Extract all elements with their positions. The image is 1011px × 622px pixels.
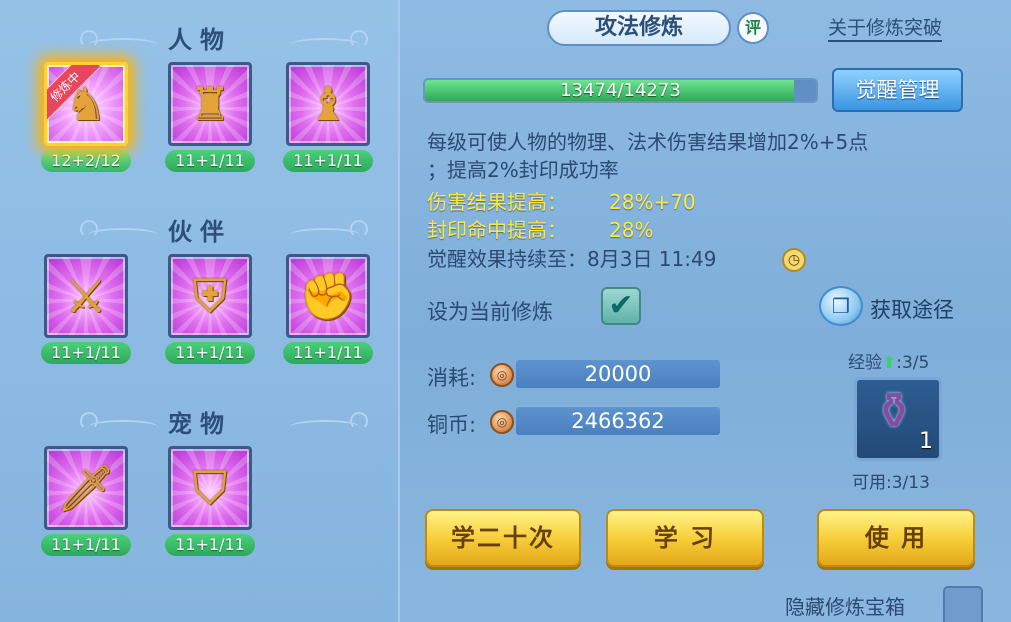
pet-shield-cat-icon: ⛉: [192, 461, 228, 515]
source-book-icon[interactable]: ❒: [819, 286, 863, 326]
learn-button[interactable]: 学 习: [606, 509, 764, 567]
level-label: 11+1/11: [283, 150, 373, 172]
set-current-label: 设为当前修炼: [427, 300, 553, 324]
partner-shield-lion-icon: ⛨: [192, 269, 228, 323]
skill-card[interactable]: 🗡: [44, 446, 128, 530]
seal-bonus-value: 28%: [609, 218, 654, 242]
level-label: 11+1/11: [41, 534, 131, 556]
description-line-2: ；提高2%封印成功率: [427, 158, 619, 182]
source-label[interactable]: 获取途径: [870, 294, 954, 324]
clock-icon: ◷: [782, 248, 806, 272]
level-label: 11+1/11: [165, 342, 255, 364]
skill-card[interactable]: ✊: [286, 254, 370, 338]
level-label: 11+1/11: [41, 342, 131, 364]
coin-label: 铜币:: [427, 413, 477, 437]
partner-sword-lion-icon: ⚔: [65, 269, 107, 323]
cultivation-item-slot[interactable]: ⚱ 1: [854, 377, 942, 461]
partner-fist-lion-icon: ✊: [299, 269, 357, 323]
skill-card[interactable]: ⚔: [44, 254, 128, 338]
slot-partner-1[interactable]: ⚔ 11+1/11: [41, 254, 131, 364]
slot-pet-2[interactable]: ⛉ 11+1/11: [165, 446, 255, 556]
break-link[interactable]: 关于修炼突破: [828, 16, 943, 42]
exp-progress-bar: 13474/14273: [423, 78, 818, 103]
consume-label: 消耗:: [427, 366, 477, 390]
slot-character-1[interactable]: ♞ 修炼中 12+2/12: [41, 62, 131, 172]
skill-card[interactable]: ♜: [168, 62, 252, 146]
section-title-character: 人物: [168, 26, 232, 54]
coin-balance: 2466362: [516, 407, 720, 435]
description-line-1: 每级可使人物的物理、法术伤害结果增加2%+5点: [427, 130, 869, 154]
set-current-checkbox[interactable]: ✔: [601, 287, 641, 325]
awaken-duration: 觉醒效果持续至：8月3日 11:49: [427, 247, 717, 271]
hide-chest-label: 隐藏修炼宝箱: [785, 595, 905, 619]
section-title-pet: 宠物: [168, 410, 232, 438]
tab-title[interactable]: 攻法修炼: [547, 10, 731, 46]
awaken-manage-button[interactable]: 觉醒管理: [832, 68, 963, 112]
progress-text: 13474/14273: [560, 80, 681, 101]
damage-bonus-label: 伤害结果提高：: [427, 190, 567, 214]
eval-button[interactable]: 评: [737, 12, 769, 44]
available-label: 可用:3/13: [852, 473, 930, 493]
damage-bonus-value: 28%+70: [609, 190, 696, 214]
coin-icon: ◎: [490, 363, 514, 387]
exp-value: :3/5: [896, 353, 930, 373]
level-label: 12+2/12: [41, 150, 131, 172]
level-label: 11+1/11: [165, 534, 255, 556]
slot-character-2[interactable]: ♜ 11+1/11: [165, 62, 255, 172]
skill-card[interactable]: ⛉: [168, 446, 252, 530]
level-label: 11+1/11: [165, 150, 255, 172]
seal-bonus-label: 封印命中提高：: [427, 218, 567, 242]
cultivation-list-panel: 人物 伙伴 宠物 ♞ 修炼中 12+2/12 ♜ 11+1/11 ♝ 11+1/…: [0, 0, 400, 622]
level-label: 11+1/11: [283, 342, 373, 364]
cultivation-window: 人物 伙伴 宠物 ♞ 修炼中 12+2/12 ♜ 11+1/11 ♝ 11+1/…: [0, 0, 1011, 622]
consume-value: 20000: [516, 360, 720, 388]
exp-label: 经验⬆:3/5: [848, 348, 929, 373]
item-count: 1: [919, 429, 933, 454]
slot-partner-2[interactable]: ⛨ 11+1/11: [165, 254, 255, 364]
slot-character-3[interactable]: ♝ 11+1/11: [283, 62, 373, 172]
skill-card[interactable]: ⛨: [168, 254, 252, 338]
figure-gold-robe-icon: ♜: [189, 77, 231, 131]
learn-twenty-button[interactable]: 学二十次: [425, 509, 581, 567]
slot-partner-3[interactable]: ✊ 11+1/11: [283, 254, 373, 364]
skill-card[interactable]: ♝: [286, 62, 370, 146]
exp-text: 经验: [848, 353, 882, 373]
use-button[interactable]: 使 用: [817, 509, 975, 567]
figure-armored-icon: ♝: [307, 77, 349, 131]
coin-icon: ◎: [490, 410, 514, 434]
hide-chest-checkbox[interactable]: [943, 586, 983, 622]
up-arrow-icon: ⬆: [882, 353, 897, 373]
slot-pet-1[interactable]: 🗡 11+1/11: [41, 446, 131, 556]
vase-icon: ⚱: [873, 382, 915, 440]
pet-sword-cat-icon: 🗡: [56, 461, 116, 515]
skill-card[interactable]: ♞ 修炼中: [44, 62, 128, 146]
section-title-partner: 伙伴: [168, 218, 232, 246]
